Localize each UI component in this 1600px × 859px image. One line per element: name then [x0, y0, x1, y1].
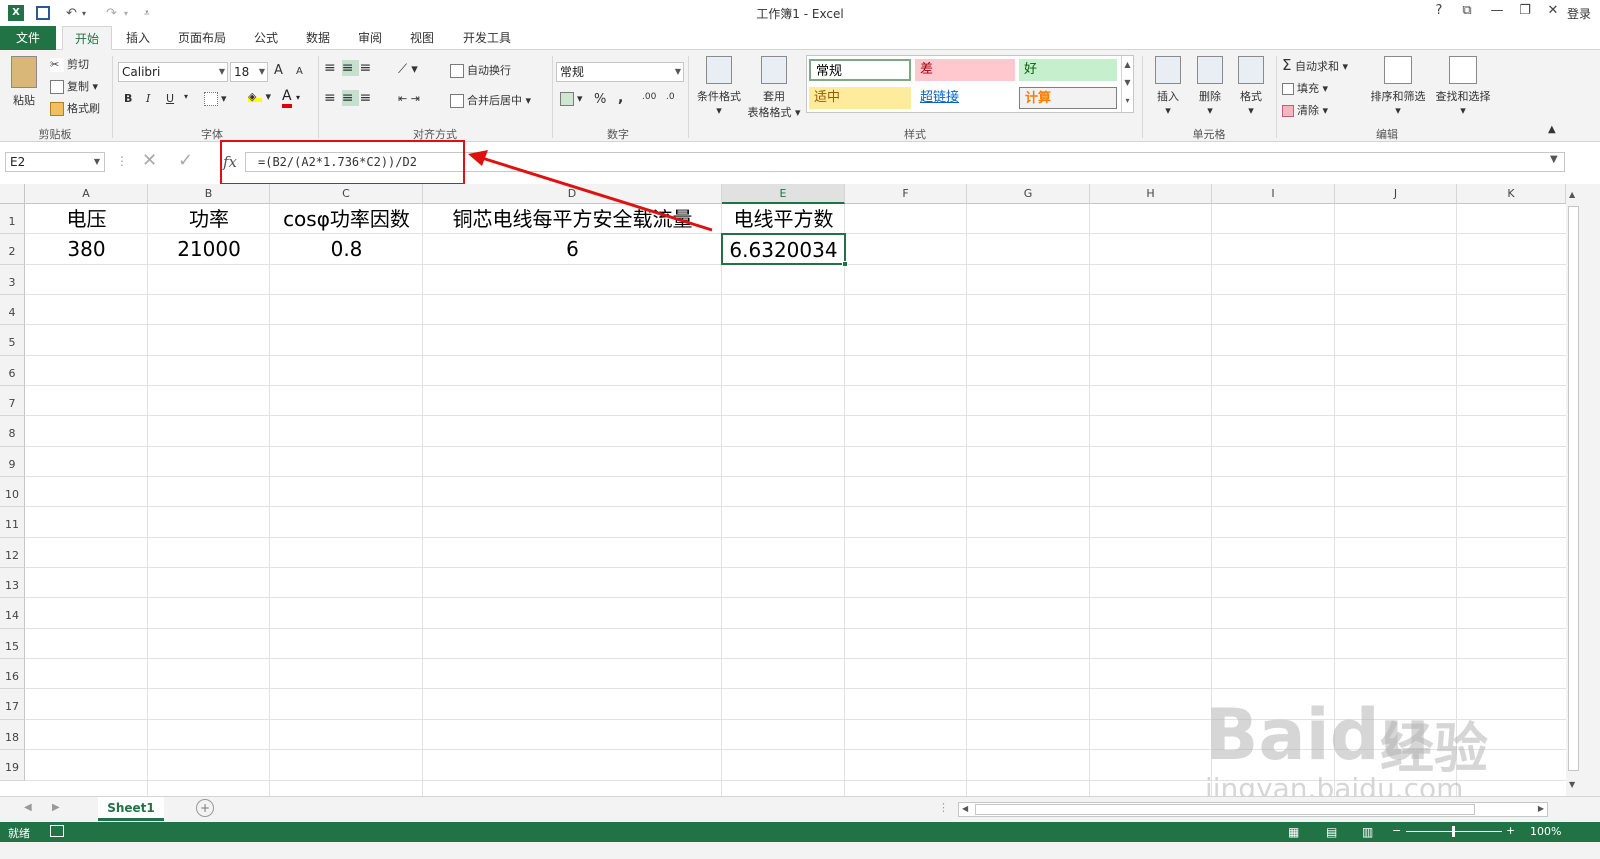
- arrow-shaft: [481, 156, 713, 232]
- scroll-up-icon[interactable]: ▲: [1569, 190, 1575, 199]
- zoom-in-icon[interactable]: +: [1506, 824, 1515, 837]
- arrow-head: [468, 150, 488, 166]
- zoom-slider[interactable]: [1406, 826, 1502, 837]
- scroll-down-icon[interactable]: ▼: [1569, 780, 1575, 789]
- sheet-tab-bar: ◀ ▶ Sheet1 + ⋮ ◀ ▶: [0, 796, 1600, 822]
- add-sheet-icon[interactable]: +: [196, 799, 214, 817]
- tab-splitter-icon[interactable]: ⋮: [938, 801, 949, 814]
- next-sheet-icon[interactable]: ▶: [52, 802, 60, 813]
- macro-record-icon[interactable]: [50, 825, 64, 837]
- zoom-out-icon[interactable]: −: [1392, 824, 1401, 837]
- page-break-view-icon[interactable]: ▥: [1362, 825, 1373, 839]
- h-scroll-thumb[interactable]: [975, 804, 1475, 815]
- horizontal-scrollbar[interactable]: ◀ ▶: [958, 802, 1548, 817]
- zoom-level[interactable]: 100%: [1530, 825, 1561, 838]
- sheet-tab-sheet1[interactable]: Sheet1: [98, 797, 164, 821]
- scroll-thumb[interactable]: [1568, 206, 1579, 771]
- normal-view-icon[interactable]: ▦: [1288, 825, 1299, 839]
- scroll-right-icon[interactable]: ▶: [1538, 804, 1544, 813]
- scroll-left-icon[interactable]: ◀: [962, 804, 968, 813]
- status-ready: 就绪: [8, 827, 30, 840]
- bottom-strip: [0, 842, 1600, 859]
- vertical-scrollbar[interactable]: ▲ ▼: [1566, 184, 1600, 796]
- zoom-slider-thumb[interactable]: [1452, 826, 1455, 837]
- annotation-arrow: [468, 150, 713, 232]
- status-bar: 就绪 ▦ ▤ ▥ − + 100%: [0, 822, 1600, 842]
- prev-sheet-icon[interactable]: ◀: [24, 802, 32, 813]
- page-layout-view-icon[interactable]: ▤: [1326, 825, 1337, 839]
